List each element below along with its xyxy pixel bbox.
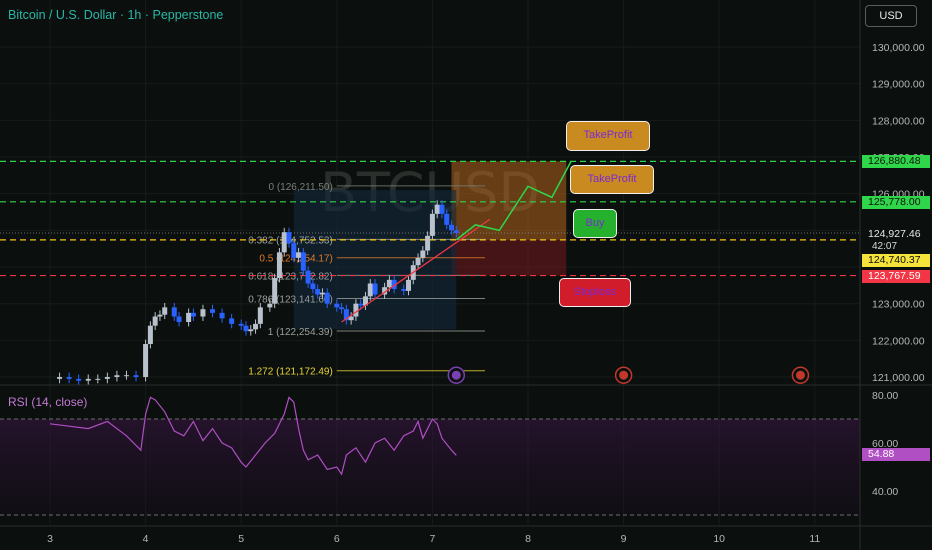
price-tick-label: 130,000.00 — [872, 42, 925, 54]
stoploss-callout[interactable]: Stoploss — [559, 278, 631, 307]
candle-body — [267, 303, 273, 308]
candle-body — [319, 292, 325, 295]
candle-body — [449, 224, 455, 231]
buy-callout[interactable]: Buy — [573, 209, 617, 238]
fib-level-label: 1.272 (121,172.49) — [248, 367, 333, 378]
candle-body — [272, 278, 278, 304]
take-profit-callout-1[interactable]: TakeProfit — [566, 121, 650, 151]
time-tick-label: 9 — [621, 533, 627, 545]
candle-body — [276, 252, 282, 279]
time-tick-label: 3 — [47, 533, 53, 545]
candle-body — [429, 213, 435, 236]
fib-level-label: 0.618 (123,772.82) — [248, 271, 333, 282]
candle-body — [76, 378, 82, 381]
fib-level-label: 1 (122,254.39) — [268, 327, 333, 338]
time-tick-label: 10 — [713, 533, 725, 545]
candle-body — [190, 312, 196, 317]
time-tick-label: 6 — [334, 533, 340, 545]
candle-body — [367, 283, 373, 297]
candle-body — [229, 318, 235, 324]
candle-body — [281, 232, 287, 253]
candle-body — [305, 270, 311, 284]
bar-countdown: 42:07 — [872, 241, 898, 252]
candle-body — [406, 279, 411, 291]
chart-canvas[interactable]: BTCUSD 0 (126,211.50)0.382 (124,752.53)0… — [0, 0, 932, 550]
time-tick-label: 8 — [525, 533, 531, 545]
price-tick-label: 129,000.00 — [872, 79, 925, 91]
candle-body — [171, 307, 177, 317]
candle-body — [291, 243, 297, 258]
rsi-value-tag: 54.88 — [862, 448, 930, 461]
candle-body — [104, 377, 110, 379]
candle-body — [425, 235, 431, 251]
price-tick-label: 123,000.00 — [872, 299, 925, 311]
candle-body — [147, 325, 153, 345]
candle-body — [176, 316, 182, 323]
candle-body — [434, 204, 440, 214]
candle-body — [286, 232, 292, 244]
candle-body — [315, 289, 321, 295]
candle-body — [401, 289, 407, 291]
entry-price-tag: 124,740.37 — [862, 254, 930, 267]
candle-body — [186, 312, 192, 323]
fib-level-label: 0.786 (123,141.60) — [248, 294, 333, 305]
candle-body — [200, 309, 206, 317]
event-marker-dot — [795, 370, 805, 380]
candle-body — [219, 312, 225, 319]
event-marker-dot — [619, 370, 629, 380]
candle-body — [444, 213, 450, 225]
candle-body — [157, 314, 163, 317]
candle-body — [95, 378, 101, 380]
candle-body — [339, 307, 345, 310]
candle-body — [210, 309, 216, 313]
candle-body — [415, 257, 421, 266]
candle-body — [310, 283, 316, 290]
rsi-title: RSI (14, close) — [8, 395, 88, 409]
chart-title: Bitcoin / U.S. Dollar · 1h · Pepperstone — [8, 8, 224, 22]
candle-body — [453, 230, 459, 234]
candle-body — [85, 378, 91, 381]
time-tick-label: 11 — [809, 533, 820, 545]
candle-body — [358, 303, 364, 306]
price-tick-label: 128,000.00 — [872, 115, 925, 127]
candle-body — [300, 252, 306, 271]
candle-body — [57, 377, 63, 379]
candle-body — [66, 377, 72, 379]
candle-body — [162, 307, 168, 315]
price-tick-label: 121,000.00 — [872, 372, 925, 384]
candle-body — [324, 292, 330, 304]
tp2-price-tag: 125,778.00 — [862, 196, 930, 209]
candle-body — [386, 279, 392, 288]
candle-body — [334, 303, 340, 308]
candle-body — [238, 323, 244, 326]
candle-body — [123, 375, 129, 377]
rsi-tick-label: 80.00 — [872, 390, 898, 402]
price-tick-label: 122,000.00 — [872, 335, 925, 347]
time-tick-label: 5 — [238, 533, 244, 545]
rsi-band-fill — [0, 419, 860, 515]
last-price-tag: 124,927.46 — [862, 228, 930, 241]
candle-body — [114, 375, 120, 378]
candle-body — [253, 323, 259, 330]
time-tick-label: 7 — [429, 533, 435, 545]
candle-body — [296, 252, 302, 258]
fib-level-label: 0 (126,211.50) — [268, 182, 332, 193]
rsi-tick-label: 40.00 — [872, 486, 898, 498]
candle-body — [248, 329, 254, 332]
event-marker-dot — [451, 370, 461, 380]
candle-body — [420, 250, 426, 258]
tp1-price-tag: 126,880.48 — [862, 155, 930, 168]
time-tick-label: 4 — [143, 533, 149, 545]
profit-zone — [451, 161, 567, 240]
candle-body — [133, 375, 139, 378]
candle-body — [372, 283, 378, 295]
candle-body — [152, 316, 158, 326]
stop-price-tag: 123,767.59 — [862, 270, 930, 283]
candle-body — [439, 204, 445, 214]
candle-body — [257, 307, 263, 324]
candle-body — [243, 325, 249, 332]
candle-body — [143, 344, 149, 378]
currency-button[interactable]: USD — [865, 5, 917, 27]
take-profit-callout-2[interactable]: TakeProfit — [570, 165, 654, 194]
